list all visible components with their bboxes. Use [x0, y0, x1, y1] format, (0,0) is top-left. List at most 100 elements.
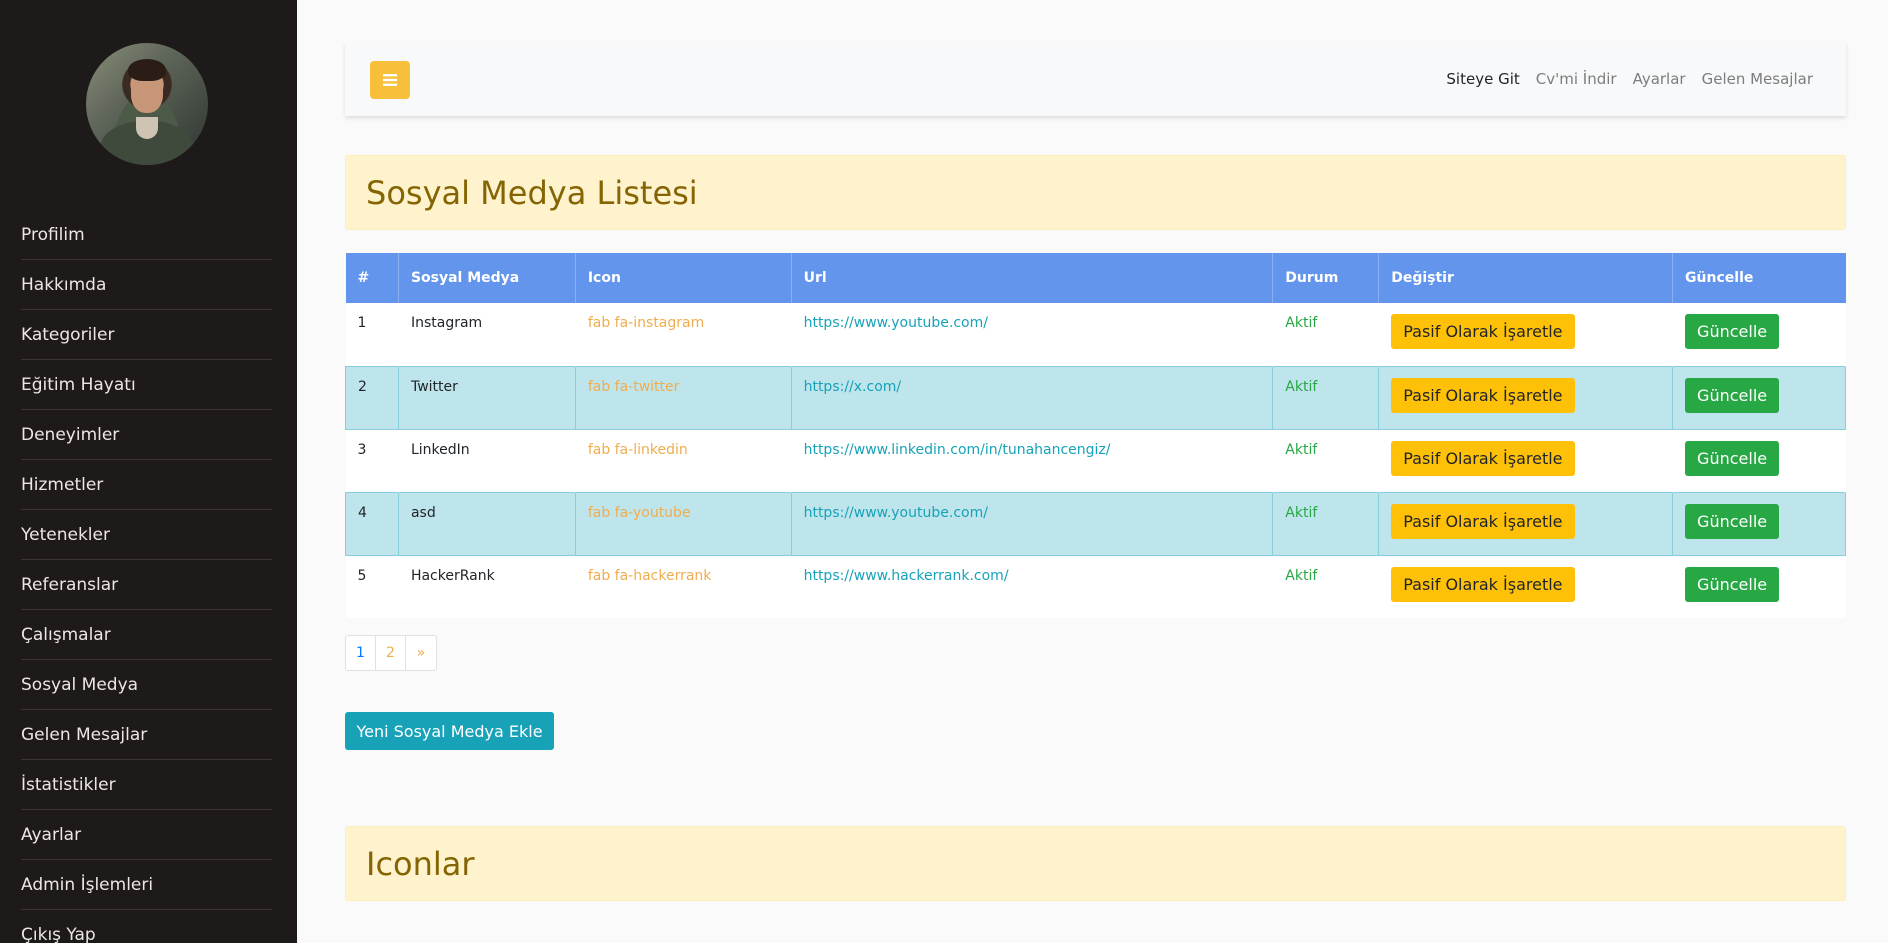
sidebar-item-label: Çalışmalar — [21, 624, 111, 645]
cell-toggle: Pasif Olarak İşaretle — [1378, 492, 1674, 555]
sidebar-toggle-button[interactable] — [370, 61, 410, 99]
sidebar-item-label: Profilim — [21, 224, 85, 245]
cell-update: Güncelle — [1672, 555, 1846, 618]
sidebar-item-label: Deneyimler — [21, 424, 120, 445]
update-button[interactable]: Güncelle — [1685, 377, 1780, 413]
sidebar-item-deneyimler[interactable]: Deneyimler — [21, 410, 272, 460]
sidebar-item-label: Ayarlar — [21, 824, 82, 845]
column-header: Sosyal Medya — [398, 253, 576, 303]
cell-update: Güncelle — [1672, 366, 1846, 429]
sidebar-item-label: Kategoriler — [21, 324, 115, 345]
sidebar-item-istatistikler[interactable]: İstatistikler — [21, 760, 272, 810]
table-row: 5 HackerRank fab fa-hackerrank https://w… — [345, 555, 1846, 618]
cell-id: 2 — [345, 366, 399, 429]
cell-id: 3 — [345, 429, 399, 492]
sidebar-item-label: İstatistikler — [21, 774, 116, 795]
table-row: 4 asd fab fa-youtube https://www.youtube… — [345, 492, 1846, 555]
cell-name: HackerRank — [398, 555, 576, 618]
update-button[interactable]: Güncelle — [1685, 503, 1780, 539]
sidebar-item-hakkimda[interactable]: Hakkımda — [21, 260, 272, 310]
sidebar-item-label: Sosyal Medya — [21, 674, 139, 695]
top-navbar: Siteye Git Cv'mi İndir Ayarlar Gelen Mes… — [345, 43, 1846, 116]
nav-link-cv-indir[interactable]: Cv'mi İndir — [1536, 70, 1617, 88]
sidebar-item-label: Yetenekler — [21, 524, 110, 545]
cell-status: Aktif — [1272, 303, 1379, 366]
cell-id: 4 — [345, 492, 399, 555]
cell-icon-class: fab fa-linkedin — [575, 429, 792, 492]
sidebar-item-yetenekler[interactable]: Yetenekler — [21, 510, 272, 560]
sidebar-item-calismalar[interactable]: Çalışmalar — [21, 610, 272, 660]
cell-status: Aktif — [1272, 492, 1380, 555]
update-button[interactable]: Güncelle — [1685, 566, 1780, 602]
table-row: 1 Instagram fab fa-instagram https://www… — [345, 303, 1846, 366]
cell-url-link[interactable]: https://www.hackerrank.com/ — [791, 555, 1273, 618]
sidebar-item-referanslar[interactable]: Referanslar — [21, 560, 272, 610]
table-row: 2 Twitter fab fa-twitter https://x.com/ … — [345, 366, 1846, 429]
column-header: Icon — [575, 253, 792, 303]
sidebar-item-label: Referanslar — [21, 574, 119, 595]
update-button[interactable]: Güncelle — [1685, 314, 1780, 349]
mark-passive-button[interactable]: Pasif Olarak İşaretle — [1391, 377, 1575, 413]
table-row: 3 LinkedIn fab fa-linkedin https://www.l… — [345, 429, 1846, 492]
cell-url-link[interactable]: https://www.linkedin.com/in/tunahancengi… — [791, 429, 1273, 492]
page-link-1[interactable]: 1 — [346, 636, 376, 670]
mark-passive-button[interactable]: Pasif Olarak İşaretle — [1391, 503, 1575, 539]
cell-name: asd — [398, 492, 576, 555]
sidebar-item-ayarlar[interactable]: Ayarlar — [21, 810, 272, 860]
nav-link-gelen-mesajlar[interactable]: Gelen Mesajlar — [1702, 70, 1813, 88]
pagination: 1 2 » — [345, 635, 437, 671]
cell-url-link[interactable]: https://www.youtube.com/ — [791, 303, 1273, 366]
cell-url-link[interactable]: https://www.youtube.com/ — [791, 492, 1274, 555]
cell-icon-class: fab fa-instagram — [575, 303, 792, 366]
add-social-media-button[interactable]: Yeni Sosyal Medya Ekle — [345, 712, 554, 750]
avatar-collar — [136, 117, 158, 139]
cell-update: Güncelle — [1672, 492, 1846, 555]
mark-passive-button[interactable]: Pasif Olarak İşaretle — [1391, 314, 1575, 349]
cell-name: Instagram — [398, 303, 576, 366]
cell-toggle: Pasif Olarak İşaretle — [1378, 555, 1673, 618]
cell-status: Aktif — [1272, 429, 1379, 492]
mark-passive-button[interactable]: Pasif Olarak İşaretle — [1391, 566, 1575, 602]
cell-icon-class: fab fa-youtube — [575, 492, 792, 555]
sidebar-item-label: Çıkış Yap — [21, 925, 96, 943]
cell-toggle: Pasif Olarak İşaretle — [1378, 303, 1673, 366]
mark-passive-button[interactable]: Pasif Olarak İşaretle — [1391, 440, 1575, 476]
sidebar-item-kategoriler[interactable]: Kategoriler — [21, 310, 272, 360]
column-header: Değiştir — [1378, 253, 1674, 303]
cell-url-link[interactable]: https://x.com/ — [791, 366, 1274, 429]
sidebar-item-sosyal-medya[interactable]: Sosyal Medya — [21, 660, 272, 710]
page-link-2[interactable]: 2 — [376, 636, 406, 670]
sidebar-item-cikis-yap[interactable]: Çıkış Yap — [21, 910, 272, 943]
nav-link-ayarlar[interactable]: Ayarlar — [1633, 70, 1686, 88]
cell-id: 1 — [345, 303, 399, 366]
social-media-table: # Sosyal Medya Icon Url Durum Değiştir G… — [345, 253, 1846, 618]
sidebar-item-label: Eğitim Hayatı — [21, 374, 136, 395]
update-button[interactable]: Güncelle — [1685, 440, 1780, 476]
cell-toggle: Pasif Olarak İşaretle — [1378, 366, 1674, 429]
top-nav-links: Siteye Git Cv'mi İndir Ayarlar Gelen Mes… — [1446, 70, 1813, 88]
sidebar-item-gelen-mesajlar[interactable]: Gelen Mesajlar — [21, 710, 272, 760]
column-header: Url — [791, 253, 1274, 303]
sidebar: Profilim Hakkımda Kategoriler Eğitim Hay… — [0, 0, 297, 943]
page-title: Sosyal Medya Listesi — [366, 173, 698, 212]
profile-avatar — [86, 43, 208, 165]
column-header: Güncelle — [1672, 253, 1846, 303]
cell-update: Güncelle — [1672, 303, 1846, 366]
cell-update: Güncelle — [1672, 429, 1846, 492]
nav-link-siteye-git[interactable]: Siteye Git — [1446, 70, 1519, 88]
sidebar-item-egitim-hayati[interactable]: Eğitim Hayatı — [21, 360, 272, 410]
sidebar-item-label: Hakkımda — [21, 274, 107, 295]
cell-toggle: Pasif Olarak İşaretle — [1378, 429, 1673, 492]
icons-title-banner: Iconlar — [345, 826, 1846, 901]
hamburger-icon — [383, 74, 397, 86]
sidebar-item-profilim[interactable]: Profilim — [21, 210, 272, 260]
avatar-hair — [128, 59, 166, 81]
sidebar-item-admin-islemleri[interactable]: Admin İşlemleri — [21, 860, 272, 910]
column-header: # — [345, 253, 399, 303]
page-next-link[interactable]: » — [406, 636, 436, 670]
sidebar-item-label: Admin İşlemleri — [21, 874, 154, 895]
cell-name: LinkedIn — [398, 429, 576, 492]
cell-icon-class: fab fa-hackerrank — [575, 555, 792, 618]
sidebar-item-label: Gelen Mesajlar — [21, 724, 148, 745]
sidebar-item-hizmetler[interactable]: Hizmetler — [21, 460, 272, 510]
